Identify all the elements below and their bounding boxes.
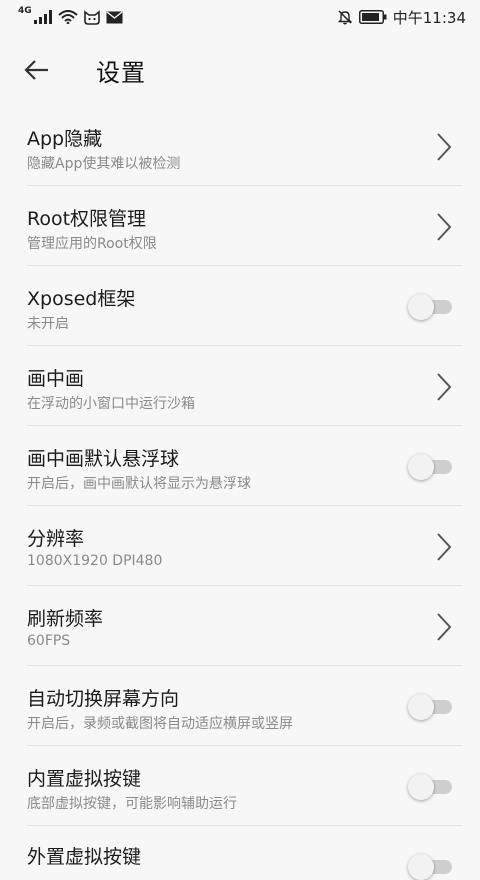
setting-refresh-rate[interactable]: 刷新频率 60FPS bbox=[0, 586, 480, 666]
page-title: 设置 bbox=[96, 58, 146, 87]
setting-subtitle: 隐藏App使其难以被检测 bbox=[27, 156, 181, 172]
toggle-knob bbox=[408, 774, 434, 800]
setting-subtitle: 在浮动的小窗口中运行沙箱 bbox=[27, 396, 195, 412]
setting-title: 自动切换屏幕方向 bbox=[27, 688, 180, 710]
pip-floating-ball-toggle[interactable] bbox=[408, 454, 452, 480]
setting-title: App隐藏 bbox=[27, 128, 103, 150]
builtin-virtual-keys-toggle[interactable] bbox=[408, 774, 452, 800]
setting-subtitle: 开启后，画中画默认将显示为悬浮球 bbox=[27, 476, 251, 492]
status-left: 4G bbox=[18, 6, 123, 25]
chevron-right-icon bbox=[437, 533, 452, 561]
setting-subtitle: 管理应用的Root权限 bbox=[27, 236, 157, 252]
app-bar: 设置 bbox=[0, 34, 480, 106]
battery-icon bbox=[358, 10, 387, 24]
setting-title: 内置虚拟按键 bbox=[27, 768, 142, 790]
setting-title: 刷新频率 bbox=[27, 608, 104, 630]
clock: 中午11:34 bbox=[392, 8, 466, 27]
xposed-toggle[interactable] bbox=[408, 294, 452, 320]
toggle-knob bbox=[408, 694, 434, 720]
setting-subtitle: 开启后，录频或截图将自动适应横屏或竖屏 bbox=[27, 716, 293, 732]
setting-builtin-virtual-keys: 内置虚拟按键 底部虚拟按键，可能影响辅助运行 bbox=[0, 746, 480, 826]
cat-app-icon bbox=[83, 9, 100, 25]
back-button[interactable] bbox=[0, 34, 80, 106]
setting-title: 画中画 bbox=[27, 368, 85, 390]
toggle-knob bbox=[408, 294, 434, 320]
setting-root-permission[interactable]: Root权限管理 管理应用的Root权限 bbox=[0, 186, 480, 266]
status-bar: 4G 中午11:34 bbox=[0, 0, 480, 34]
setting-title: 画中画默认悬浮球 bbox=[27, 448, 180, 470]
setting-external-virtual-keys: 外置虚拟按键 bbox=[0, 826, 480, 880]
setting-subtitle: 1080X1920 DPI480 bbox=[27, 553, 163, 569]
chevron-right-icon bbox=[437, 213, 452, 241]
mail-icon bbox=[106, 10, 123, 23]
network-type: 4G bbox=[18, 6, 32, 16]
setting-app-hide[interactable]: App隐藏 隐藏App使其难以被检测 bbox=[0, 106, 480, 186]
arrow-left-icon bbox=[24, 60, 48, 80]
auto-rotate-toggle[interactable] bbox=[408, 694, 452, 720]
wifi-icon bbox=[57, 10, 78, 24]
status-right: 中午11:34 bbox=[337, 7, 466, 28]
toggle-knob bbox=[408, 854, 434, 880]
bell-muted-icon bbox=[337, 10, 352, 25]
setting-subtitle: 60FPS bbox=[27, 633, 71, 649]
chevron-right-icon bbox=[437, 613, 452, 641]
chevron-right-icon bbox=[437, 133, 452, 161]
setting-xposed: Xposed框架 未开启 bbox=[0, 266, 480, 346]
setting-title: 外置虚拟按键 bbox=[27, 846, 142, 868]
setting-title: 分辨率 bbox=[27, 528, 85, 550]
setting-title: Xposed框架 bbox=[27, 288, 136, 310]
setting-subtitle: 底部虚拟按键，可能影响辅助运行 bbox=[27, 796, 237, 812]
setting-pip-floating-ball: 画中画默认悬浮球 开启后，画中画默认将显示为悬浮球 bbox=[0, 426, 480, 506]
setting-auto-rotate: 自动切换屏幕方向 开启后，录频或截图将自动适应横屏或竖屏 bbox=[0, 666, 480, 746]
signal-icon bbox=[33, 10, 52, 24]
external-virtual-keys-toggle[interactable] bbox=[408, 854, 452, 880]
settings-list: App隐藏 隐藏App使其难以被检测 Root权限管理 管理应用的Root权限 … bbox=[0, 106, 480, 880]
setting-resolution[interactable]: 分辨率 1080X1920 DPI480 bbox=[0, 506, 480, 586]
setting-picture-in-picture[interactable]: 画中画 在浮动的小窗口中运行沙箱 bbox=[0, 346, 480, 426]
setting-title: Root权限管理 bbox=[27, 208, 147, 230]
chevron-right-icon bbox=[437, 373, 452, 401]
toggle-knob bbox=[408, 454, 434, 480]
setting-subtitle: 未开启 bbox=[27, 316, 69, 332]
